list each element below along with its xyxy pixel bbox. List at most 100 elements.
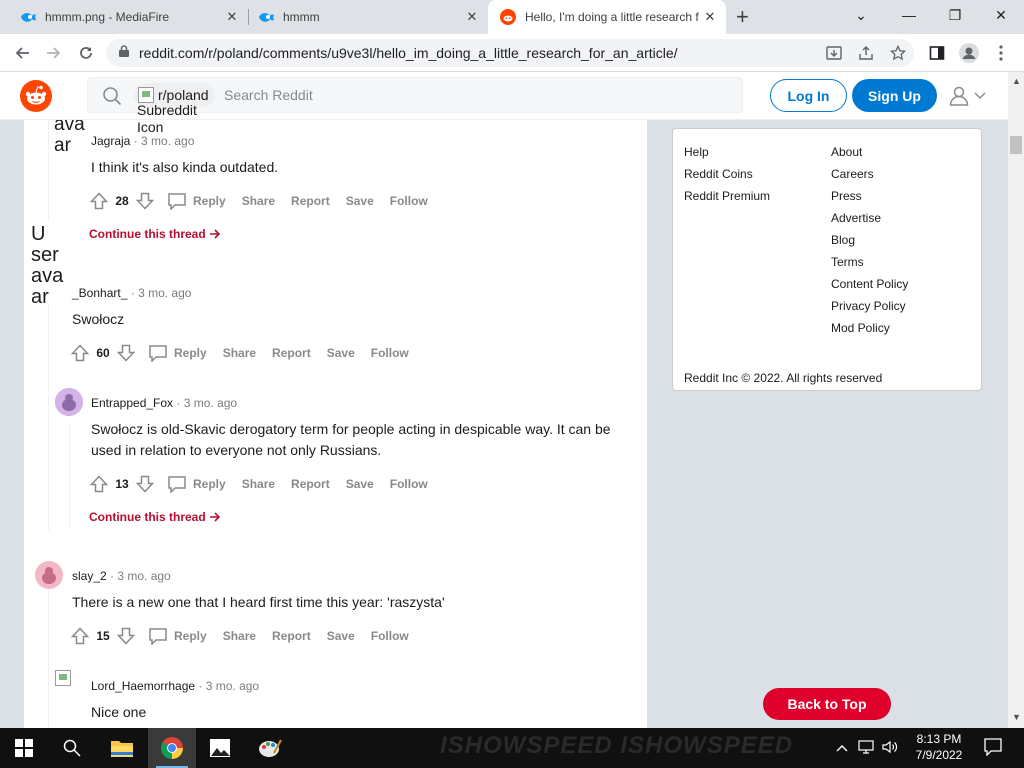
reply-button[interactable]: Reply [148,627,207,645]
share-button[interactable]: Share [223,346,256,360]
back-to-top-button[interactable]: Back to Top [763,688,891,720]
footer-link-about[interactable]: About [831,145,862,159]
username[interactable]: Jagraja [91,134,130,148]
paint-icon[interactable] [246,728,294,768]
username[interactable]: Entrapped_Fox [91,396,173,410]
back-arrow-icon[interactable] [8,39,36,67]
username[interactable]: slay_2 [72,569,107,583]
restore-button[interactable]: ❐ [932,0,978,30]
scroll-up-arrow-icon[interactable]: ▲ [1012,76,1021,86]
share-icon[interactable] [853,39,879,67]
kebab-menu-icon[interactable] [988,39,1014,67]
scrollbar-thumb[interactable] [1010,136,1022,154]
avatar[interactable] [55,388,83,416]
footer-link-mod-policy[interactable]: Mod Policy [831,321,890,335]
upvote-icon[interactable] [87,189,111,213]
timestamp[interactable]: · 3 mo. ago [131,286,192,300]
close-tab-icon[interactable]: ✕ [702,9,718,25]
footer-link-help[interactable]: Help [684,145,709,159]
downvote-icon[interactable] [133,472,157,496]
share-button[interactable]: Share [242,194,275,208]
timestamp[interactable]: · 3 mo. ago [134,134,195,148]
footer-link-privacy-policy[interactable]: Privacy Policy [831,299,906,313]
follow-button[interactable]: Follow [390,477,428,491]
thread-line[interactable] [48,120,49,220]
upvote-icon[interactable] [68,341,92,365]
continue-thread-link[interactable]: Continue this thread [89,227,221,241]
footer-link-careers[interactable]: Careers [831,167,874,181]
thread-line[interactable] [48,300,49,530]
notification-icon[interactable] [984,738,1002,761]
footer-link-advertise[interactable]: Advertise [831,211,881,225]
report-button[interactable]: Report [272,346,311,360]
close-tab-icon[interactable]: ✕ [464,9,480,25]
follow-button[interactable]: Follow [390,194,428,208]
timestamp[interactable]: · 3 mo. ago [110,569,171,583]
sign-up-button[interactable]: Sign Up [852,79,937,112]
profile-icon[interactable] [956,39,982,67]
reply-button[interactable]: Reply [167,475,226,493]
tab-search-icon[interactable]: ⌄ [838,0,884,30]
continue-thread-link[interactable]: Continue this thread [89,510,221,524]
footer-link-reddit-premium[interactable]: Reddit Premium [684,189,770,203]
page-scrollbar[interactable]: ▲ ▼ [1008,72,1024,728]
file-explorer-icon[interactable] [98,728,146,768]
footer-link-blog[interactable]: Blog [831,233,855,247]
share-button[interactable]: Share [223,629,256,643]
footer-link-press[interactable]: Press [831,189,862,203]
reply-button[interactable]: Reply [167,192,226,210]
downvote-icon[interactable] [114,341,138,365]
downvote-icon[interactable] [133,189,157,213]
tab-reddit[interactable]: Hello, I'm doing a little research f ✕ [488,0,726,34]
bookmark-star-icon[interactable] [885,39,911,67]
follow-button[interactable]: Follow [371,346,409,360]
minimize-button[interactable]: — [886,0,932,30]
footer-link-content-policy[interactable]: Content Policy [831,277,908,291]
thread-line[interactable] [48,590,49,728]
upvote-icon[interactable] [68,624,92,648]
report-button[interactable]: Report [291,194,330,208]
network-icon[interactable] [858,739,874,757]
speaker-icon[interactable] [882,740,898,757]
footer-link-reddit-coins[interactable]: Reddit Coins [684,167,753,181]
save-button[interactable]: Save [346,194,374,208]
reply-button[interactable]: Reply [148,344,207,362]
windows-start-icon[interactable] [0,728,48,768]
chrome-icon[interactable] [148,728,196,768]
tab-hmmm[interactable]: hmmm ✕ [238,0,488,34]
username[interactable]: _Bonhart_ [72,286,127,300]
follow-button[interactable]: Follow [371,629,409,643]
side-panel-icon[interactable] [924,39,950,67]
taskbar-clock[interactable]: 8:13 PM 7/9/2022 [906,731,972,763]
reddit-logo-icon[interactable] [20,80,52,112]
footer-link-terms[interactable]: Terms [831,255,864,269]
new-tab-button[interactable]: + [728,0,768,34]
close-window-button[interactable]: ✕ [978,0,1024,30]
report-button[interactable]: Report [272,629,311,643]
save-button[interactable]: Save [346,477,374,491]
tab-mediafire[interactable]: hmmm.png - MediaFire ✕ [0,0,248,34]
avatar[interactable] [35,561,63,589]
upvote-icon[interactable] [87,472,111,496]
photos-icon[interactable] [196,728,244,768]
scroll-down-arrow-icon[interactable]: ▼ [1012,712,1021,722]
log-in-button[interactable]: Log In [770,79,847,112]
save-button[interactable]: Save [327,346,355,360]
timestamp[interactable]: · 3 mo. ago [176,396,237,410]
share-button[interactable]: Share [242,477,275,491]
search-icon[interactable] [48,728,96,768]
thread-line[interactable] [69,426,70,526]
forward-arrow-icon[interactable] [40,39,68,67]
report-button[interactable]: Report [291,477,330,491]
user-menu-dropdown[interactable] [948,82,990,110]
install-app-icon[interactable] [821,39,847,67]
reload-icon[interactable] [72,39,100,67]
broken-avatar-image[interactable] [55,670,71,686]
save-button[interactable]: Save [327,629,355,643]
downvote-icon[interactable] [114,624,138,648]
username[interactable]: Lord_Haemorrhage [91,679,195,693]
lock-icon[interactable] [119,44,129,62]
chevron-up-icon[interactable] [836,741,848,755]
url-bar[interactable]: reddit.com/r/poland/comments/u9ve3l/hell… [106,39,914,67]
timestamp[interactable]: · 3 mo. ago [198,679,259,693]
